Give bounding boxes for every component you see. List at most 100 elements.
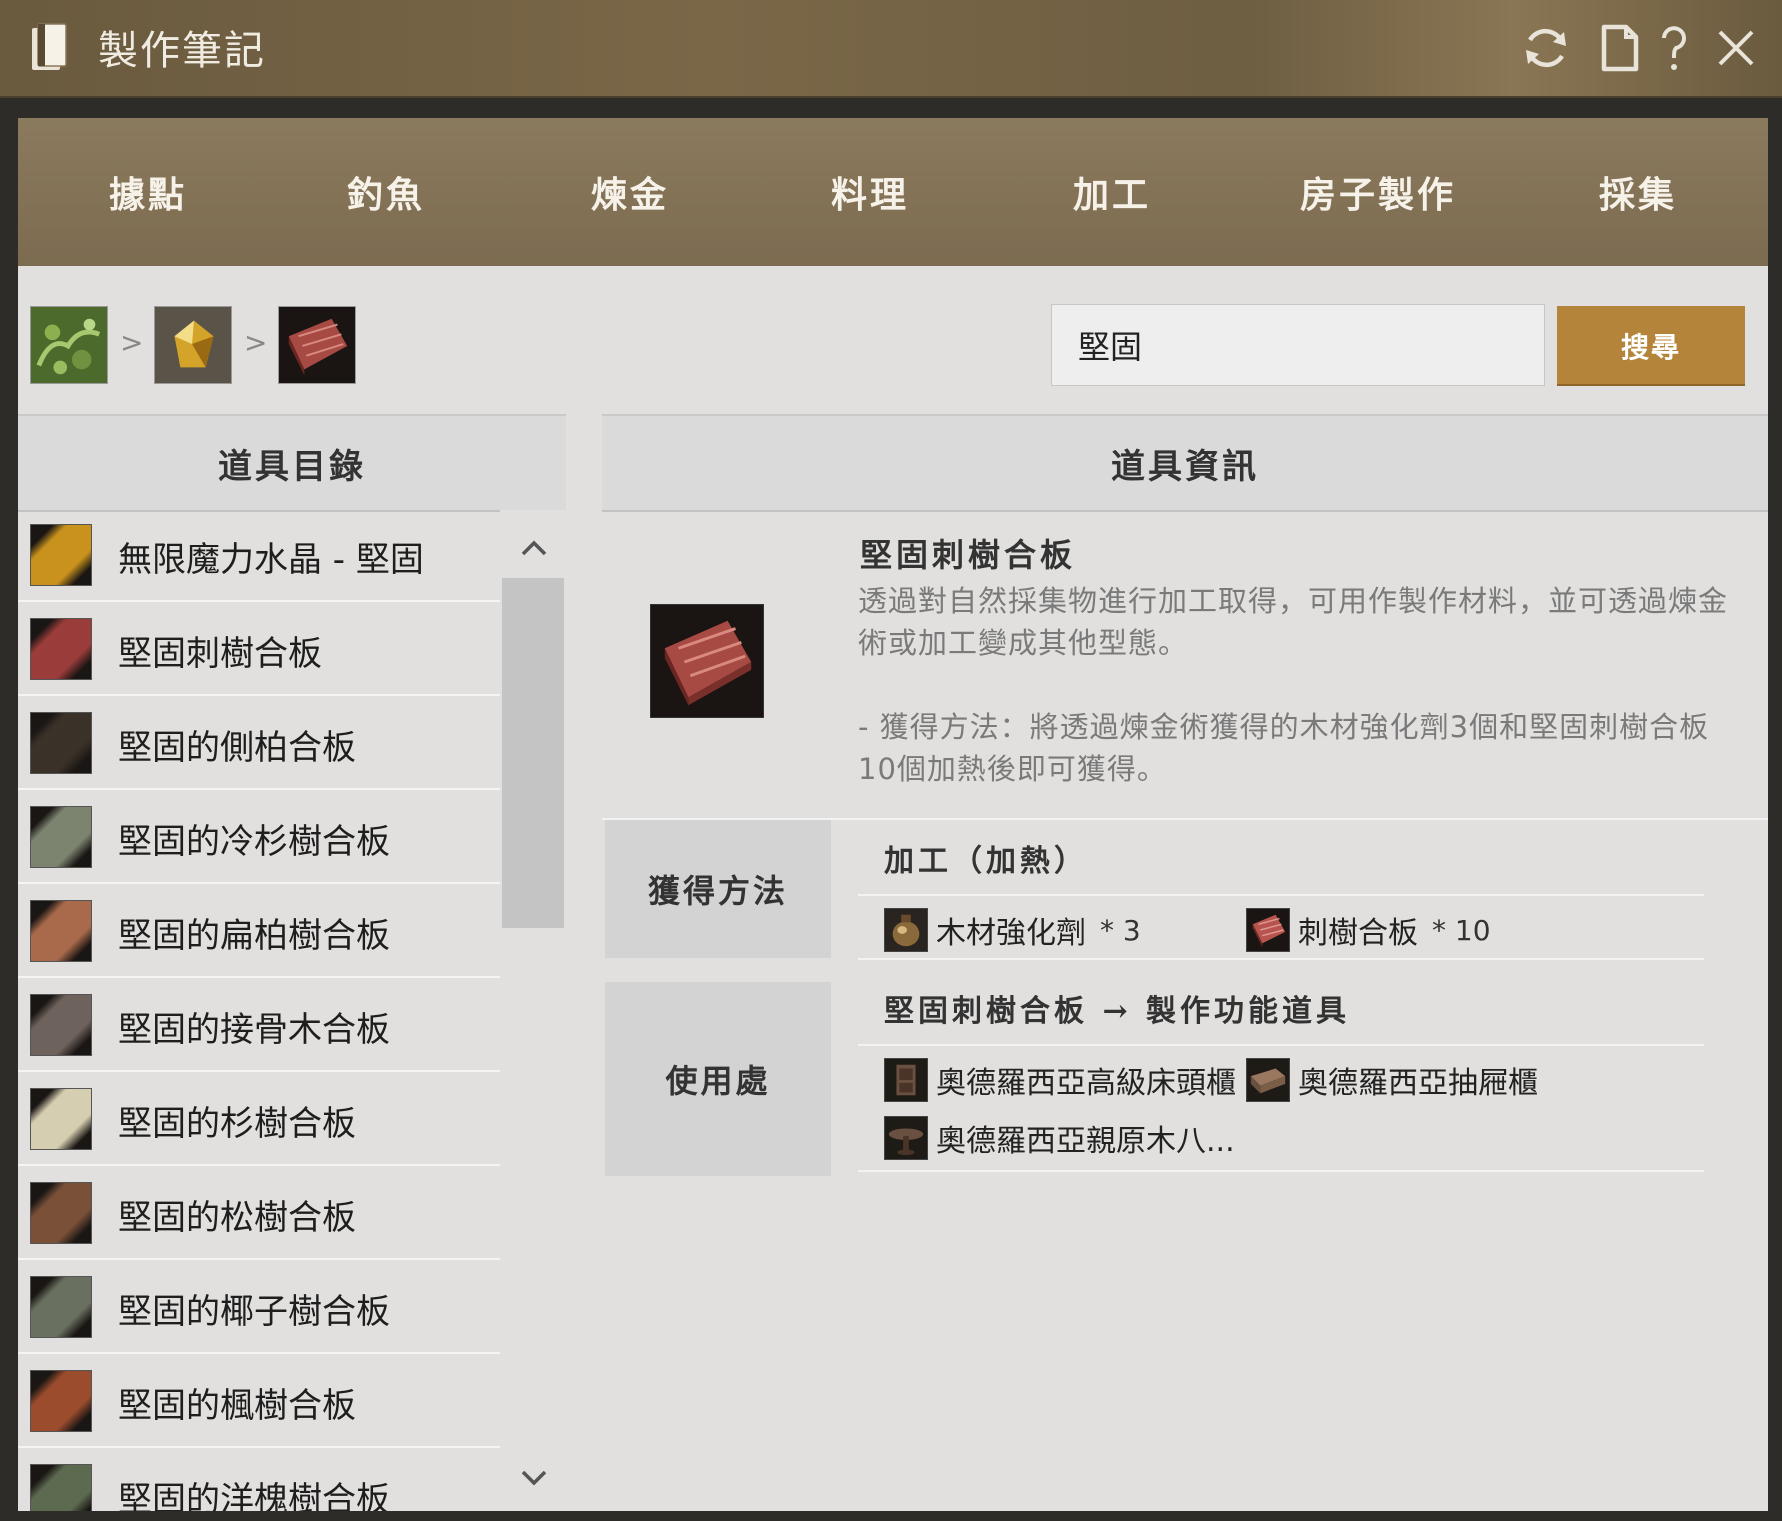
catalog-item[interactable]: 堅固的接骨木合板	[18, 980, 500, 1072]
tab-gathering[interactable]: 採集	[1538, 118, 1738, 266]
search-button[interactable]: 搜尋	[1557, 306, 1745, 386]
usage-item[interactable]: 奧德羅西亞高級床頭櫃	[884, 1056, 1236, 1104]
material-name: 木材強化劑	[936, 916, 1086, 951]
crafting-notes-window: 製作筆記 據點 釣魚 煉金 料理 加工 房子製作 採集 > > 堅固 搜尋 道具…	[0, 0, 1782, 1521]
catalog-item[interactable]: 無限魔力水晶 - 堅固	[18, 510, 500, 602]
item-name: 堅固刺樹合板	[860, 536, 1077, 574]
catalog-item-label: 堅固的椰子樹合板	[118, 1292, 390, 1332]
search-input[interactable]	[1052, 305, 1544, 385]
tab-processing[interactable]: 加工	[1022, 118, 1202, 266]
search-field[interactable]	[1051, 304, 1545, 386]
material-qty: * 3	[1100, 913, 1141, 947]
catalog-item[interactable]: 堅固的扁柏樹合板	[18, 886, 500, 978]
usage-item[interactable]: 奧德羅西亞抽屜櫃	[1246, 1056, 1538, 1104]
reinforcement-agent-icon	[884, 908, 928, 952]
usage-title: 堅固刺樹合板 → 製作功能道具	[884, 994, 1351, 1029]
chevron-down-icon	[521, 1470, 547, 1486]
catalog-item[interactable]: 堅固的洋槐樹合板	[18, 1450, 500, 1511]
page-icon	[1601, 24, 1639, 72]
category-tabs: 據點 釣魚 煉金 料理 加工 房子製作 採集	[18, 118, 1768, 266]
refresh-icon	[1526, 28, 1566, 68]
drawer-icon	[1246, 1058, 1290, 1102]
catalog-item-label: 堅固的洋槐樹合板	[118, 1480, 390, 1511]
close-button[interactable]	[1708, 20, 1764, 76]
material-item[interactable]: 刺樹合板 * 10	[1246, 906, 1491, 954]
catalog-item[interactable]: 堅固刺樹合板	[18, 604, 500, 696]
close-icon	[1718, 30, 1754, 66]
main-content: 據點 釣魚 煉金 料理 加工 房子製作 採集 > > 堅固 搜尋 道具目錄 無限…	[18, 118, 1768, 1511]
catalog-item-label: 無限魔力水晶 - 堅固	[118, 540, 424, 580]
catalog-item[interactable]: 堅固的側柏合板	[18, 698, 500, 790]
nightstand-icon	[884, 1058, 928, 1102]
catalog-item-label: 堅固的杉樹合板	[118, 1104, 356, 1144]
catalog-item-icon	[30, 1276, 92, 1338]
usage-item-name: 奧德羅西亞抽屜櫃	[1298, 1066, 1538, 1101]
refresh-button[interactable]	[1518, 20, 1574, 76]
plant-icon[interactable]	[30, 306, 108, 384]
window-title: 製作筆記	[98, 28, 266, 74]
catalog-item-icon	[30, 618, 92, 680]
usage-item-name: 奧德羅西亞高級床頭櫃	[936, 1066, 1236, 1101]
tab-alchemy[interactable]: 煉金	[540, 118, 720, 266]
usage-item[interactable]: 奧德羅西亞親原木八...	[884, 1114, 1235, 1162]
material-item[interactable]: 木材強化劑 * 3	[884, 906, 1141, 954]
catalog-item-label: 堅固的冷杉樹合板	[118, 822, 390, 862]
divider	[858, 1170, 1704, 1172]
info-header: 道具資訊	[602, 414, 1768, 512]
catalog-item-label: 堅固刺樹合板	[118, 634, 322, 674]
material-name: 刺樹合板	[1298, 916, 1418, 951]
plywood-icon[interactable]	[278, 306, 356, 384]
item-image	[650, 604, 764, 718]
catalog-list: 無限魔力水晶 - 堅固 堅固刺樹合板 堅固的側柏合板 堅固的冷杉樹合板 堅固的扁柏樹合板…	[18, 510, 500, 1511]
table-icon	[884, 1116, 928, 1160]
breadcrumb-separator: >	[244, 326, 268, 359]
notebook-icon	[32, 23, 67, 70]
usage-label: 使用處	[605, 982, 831, 1176]
obtain-method: 加工（加熱）	[884, 844, 1088, 879]
tab-base[interactable]: 據點	[58, 118, 238, 266]
scroll-up-button[interactable]	[514, 528, 554, 568]
catalog-item-icon	[30, 994, 92, 1056]
obtain-label: 獲得方法	[605, 820, 831, 958]
help-icon	[1662, 26, 1686, 70]
catalog-scrollbar[interactable]	[500, 510, 566, 1511]
page-button[interactable]	[1592, 20, 1648, 76]
title-bar: 製作筆記	[0, 0, 1782, 98]
tab-fishing[interactable]: 釣魚	[296, 118, 476, 266]
scroll-thumb[interactable]	[502, 578, 564, 928]
catalog-item[interactable]: 堅固的杉樹合板	[18, 1074, 500, 1166]
catalog-item-label: 堅固的側柏合板	[118, 728, 356, 768]
divider	[858, 894, 1704, 896]
catalog-item-label: 堅固的接骨木合板	[118, 1010, 390, 1050]
catalog-header: 道具目錄	[18, 414, 566, 512]
catalog-item-icon	[30, 1464, 92, 1511]
catalog-item-icon	[30, 524, 92, 586]
divider	[858, 1044, 1704, 1046]
catalog-item[interactable]: 堅固的松樹合板	[18, 1168, 500, 1260]
item-obtain-note: - 獲得方法：將透過煉金術獲得的木材強化劑3個和堅固刺樹合板10個加熱後即可獲得…	[858, 710, 1710, 786]
help-button[interactable]	[1646, 20, 1702, 76]
catalog-item-icon	[30, 1088, 92, 1150]
catalog-item-icon	[30, 712, 92, 774]
divider	[858, 958, 1704, 960]
catalog-item-label: 堅固的松樹合板	[118, 1198, 356, 1238]
scroll-down-button[interactable]	[514, 1458, 554, 1498]
breadcrumb-separator: >	[120, 326, 144, 359]
material-qty: * 10	[1432, 913, 1491, 947]
plywood-icon	[1246, 908, 1290, 952]
tab-cooking[interactable]: 料理	[780, 118, 960, 266]
catalog-item-icon	[30, 1370, 92, 1432]
crystal-icon[interactable]	[154, 306, 232, 384]
catalog-item-icon	[30, 900, 92, 962]
catalog-item-label: 堅固的楓樹合板	[118, 1386, 356, 1426]
tab-house-crafting[interactable]: 房子製作	[1258, 118, 1498, 266]
catalog-item-icon	[30, 806, 92, 868]
catalog-item[interactable]: 堅固的楓樹合板	[18, 1356, 500, 1448]
item-description: 透過對自然採集物進行加工取得，可用作製作材料，並可透過煉金術或加工變成其他型態。	[858, 584, 1729, 660]
catalog-item-icon	[30, 1182, 92, 1244]
catalog-item[interactable]: 堅固的冷杉樹合板	[18, 792, 500, 884]
usage-item-name: 奧德羅西亞親原木八...	[936, 1124, 1235, 1159]
catalog-item-label: 堅固的扁柏樹合板	[118, 916, 390, 956]
catalog-item[interactable]: 堅固的椰子樹合板	[18, 1262, 500, 1354]
chevron-up-icon	[521, 540, 547, 556]
